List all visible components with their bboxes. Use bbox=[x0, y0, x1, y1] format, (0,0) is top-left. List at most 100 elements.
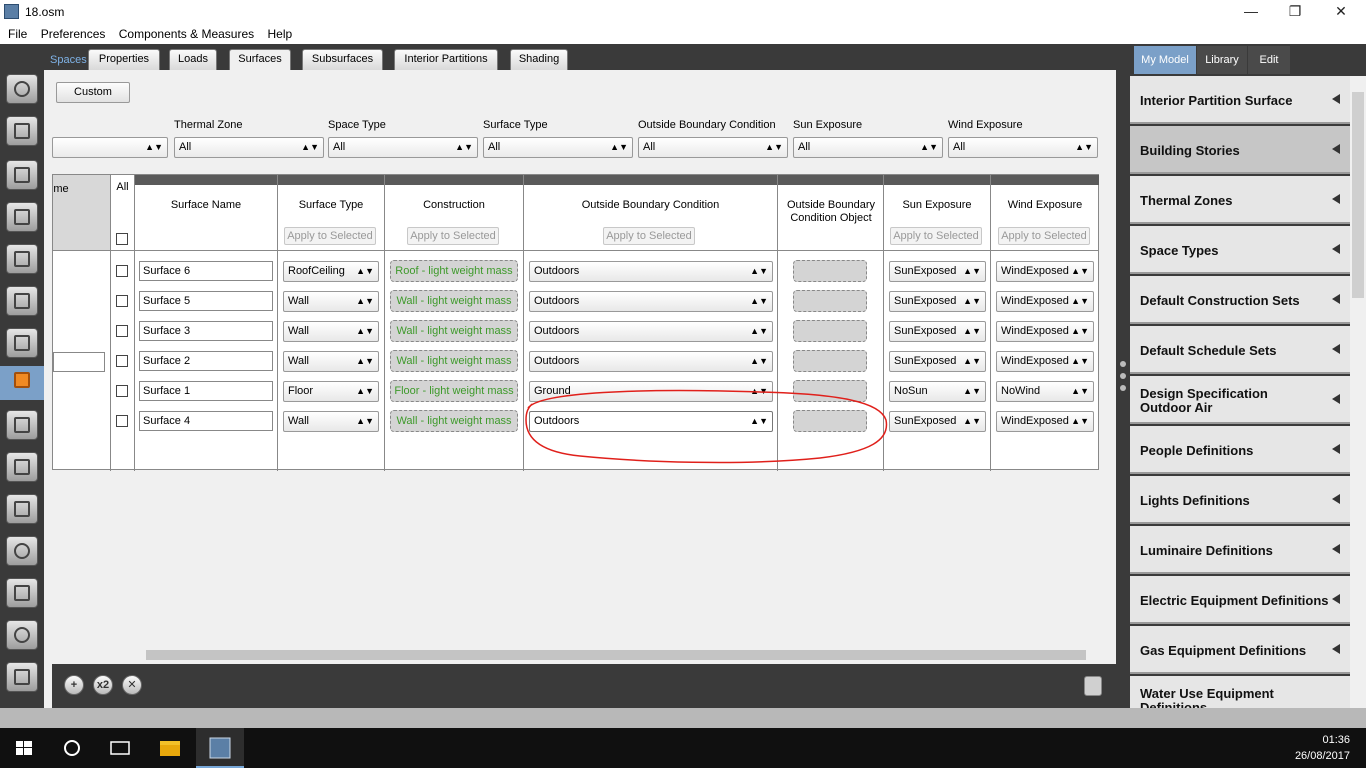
obc-object-drop-zone[interactable] bbox=[793, 260, 867, 282]
row-select-checkbox[interactable] bbox=[116, 265, 128, 277]
sun-exposure-dropdown[interactable]: SunExposed ▲▼ bbox=[889, 291, 986, 312]
surface-type-dropdown[interactable]: Wall ▲▼ bbox=[283, 321, 379, 342]
surface-name-input[interactable]: Surface 4 bbox=[139, 411, 273, 431]
list-item[interactable]: Default Schedule Sets bbox=[1130, 326, 1350, 374]
tab-spaces-cropped[interactable]: Spaces bbox=[50, 54, 87, 66]
loads-tab-button[interactable] bbox=[6, 202, 38, 232]
sun-exposure-dropdown[interactable]: NoSun ▲▼ bbox=[889, 381, 986, 402]
measures-tab-button[interactable] bbox=[6, 578, 38, 608]
surface-name-input[interactable]: Surface 1 bbox=[139, 381, 273, 401]
list-item[interactable]: People Definitions bbox=[1130, 426, 1350, 474]
obc-dropdown-active[interactable]: Outdoors ▲▼ bbox=[529, 411, 773, 432]
apply-surface-type-button[interactable]: Apply to Selected bbox=[284, 227, 376, 245]
obc-object-drop-zone[interactable] bbox=[793, 410, 867, 432]
construction-drop-zone[interactable]: Wall - light weight mass bbox=[390, 320, 518, 342]
search-button[interactable] bbox=[48, 728, 96, 768]
copy-object-button[interactable]: x2 bbox=[93, 675, 113, 695]
apply-construction-button[interactable]: Apply to Selected bbox=[407, 227, 499, 245]
row-select-checkbox[interactable] bbox=[116, 355, 128, 367]
custom-button[interactable]: Custom bbox=[56, 82, 130, 103]
list-item[interactable]: Space Types bbox=[1130, 226, 1350, 274]
tab-my-model[interactable]: My Model bbox=[1134, 46, 1196, 74]
filter-thermal-zone-dropdown[interactable]: All ▲▼ bbox=[174, 137, 324, 158]
obc-dropdown[interactable]: Outdoors ▲▼ bbox=[529, 261, 773, 282]
list-item[interactable]: Gas Equipment Definitions bbox=[1130, 626, 1350, 674]
thermal-zones-tab-button[interactable] bbox=[6, 410, 38, 440]
surface-name-input[interactable]: Surface 6 bbox=[139, 261, 273, 281]
surface-type-dropdown[interactable]: Wall ▲▼ bbox=[283, 351, 379, 372]
results-tab-button[interactable] bbox=[6, 662, 38, 692]
filter-sun-exposure-dropdown[interactable]: All ▲▼ bbox=[793, 137, 943, 158]
add-object-button[interactable]: + bbox=[64, 675, 84, 695]
site-tab-button[interactable] bbox=[6, 74, 38, 104]
remove-object-button[interactable]: ✕ bbox=[122, 675, 142, 695]
sun-exposure-dropdown[interactable]: SunExposed ▲▼ bbox=[889, 351, 986, 372]
scroll-thumb[interactable] bbox=[1352, 92, 1364, 298]
apply-sun-exposure-button[interactable]: Apply to Selected bbox=[890, 227, 982, 245]
list-item[interactable]: Design Specification Outdoor Air bbox=[1130, 376, 1350, 424]
wind-exposure-dropdown[interactable]: WindExposed ▲▼ bbox=[996, 411, 1094, 432]
scroll-thumb[interactable] bbox=[146, 650, 1086, 660]
construction-drop-zone[interactable]: Wall - light weight mass bbox=[390, 290, 518, 312]
filter-space-type-dropdown[interactable]: All ▲▼ bbox=[328, 137, 478, 158]
wind-exposure-dropdown[interactable]: WindExposed ▲▼ bbox=[996, 261, 1094, 282]
wind-exposure-dropdown[interactable]: WindExposed ▲▼ bbox=[996, 351, 1094, 372]
obc-object-drop-zone[interactable] bbox=[793, 380, 867, 402]
facility-tab-button[interactable] bbox=[6, 328, 38, 358]
tab-loads[interactable]: Loads bbox=[169, 49, 217, 70]
obc-object-drop-zone[interactable] bbox=[793, 320, 867, 342]
row-select-checkbox[interactable] bbox=[116, 325, 128, 337]
obc-dropdown[interactable]: Outdoors ▲▼ bbox=[529, 351, 773, 372]
panel-splitter[interactable] bbox=[1116, 44, 1130, 708]
purge-icon[interactable] bbox=[1084, 676, 1102, 696]
obc-dropdown[interactable]: Ground ▲▼ bbox=[529, 381, 773, 402]
menu-file[interactable]: File bbox=[0, 24, 27, 41]
list-item[interactable]: Building Stories bbox=[1130, 126, 1350, 174]
maximize-button[interactable]: ❐ bbox=[1272, 0, 1318, 24]
tab-edit[interactable]: Edit bbox=[1248, 46, 1290, 74]
obc-dropdown[interactable]: Outdoors ▲▼ bbox=[529, 321, 773, 342]
row-select-checkbox[interactable] bbox=[116, 415, 128, 427]
construction-drop-zone[interactable]: Wall - light weight mass bbox=[390, 410, 518, 432]
filter-wind-exposure-dropdown[interactable]: All ▲▼ bbox=[948, 137, 1098, 158]
sun-exposure-dropdown[interactable]: SunExposed ▲▼ bbox=[889, 321, 986, 342]
hvac-tab-button[interactable] bbox=[6, 452, 38, 482]
row-select-checkbox[interactable] bbox=[116, 385, 128, 397]
geometry-tab-button[interactable] bbox=[6, 286, 38, 316]
grid-horizontal-scrollbar[interactable] bbox=[52, 648, 1102, 662]
menu-help[interactable]: Help bbox=[259, 24, 292, 41]
row-select-checkbox[interactable] bbox=[116, 295, 128, 307]
obc-object-drop-zone[interactable] bbox=[793, 290, 867, 312]
construction-drop-zone[interactable]: Wall - light weight mass bbox=[390, 350, 518, 372]
schedules-tab-button[interactable] bbox=[6, 116, 38, 146]
construction-drop-zone[interactable]: Floor - light weight mass bbox=[390, 380, 518, 402]
spaces-tab-button[interactable] bbox=[0, 366, 44, 400]
surface-name-input[interactable]: Surface 5 bbox=[139, 291, 273, 311]
surface-type-dropdown[interactable]: RoofCeiling ▲▼ bbox=[283, 261, 379, 282]
list-item[interactable]: Lights Definitions bbox=[1130, 476, 1350, 524]
run-tab-button[interactable] bbox=[6, 620, 38, 650]
filter-surface-type-dropdown[interactable]: All ▲▼ bbox=[483, 137, 633, 158]
sun-exposure-dropdown[interactable]: SunExposed ▲▼ bbox=[889, 261, 986, 282]
list-item[interactable]: Water Use Equipment Definitions bbox=[1130, 676, 1350, 708]
wind-exposure-dropdown[interactable]: NoWind ▲▼ bbox=[996, 381, 1094, 402]
space-types-tab-button[interactable] bbox=[6, 244, 38, 274]
start-button[interactable] bbox=[0, 728, 48, 768]
tab-library[interactable]: Library bbox=[1197, 46, 1247, 74]
surface-type-dropdown[interactable]: Floor ▲▼ bbox=[283, 381, 379, 402]
task-view-button[interactable] bbox=[96, 728, 144, 768]
obc-dropdown[interactable]: Outdoors ▲▼ bbox=[529, 291, 773, 312]
obc-object-drop-zone[interactable] bbox=[793, 350, 867, 372]
surface-type-dropdown[interactable]: Wall ▲▼ bbox=[283, 411, 379, 432]
clock[interactable]: 01:36 26/08/2017 bbox=[1295, 732, 1350, 764]
apply-obc-button[interactable]: Apply to Selected bbox=[603, 227, 695, 245]
surface-name-input[interactable]: Surface 2 bbox=[139, 351, 273, 371]
grid-vertical-scrollbar[interactable] bbox=[1102, 70, 1116, 650]
tab-interior-partitions[interactable]: Interior Partitions bbox=[394, 49, 498, 70]
constructions-tab-button[interactable] bbox=[6, 160, 38, 190]
select-all-checkbox[interactable] bbox=[116, 233, 128, 245]
file-explorer-button[interactable] bbox=[146, 728, 194, 768]
space-name-input-cropped[interactable] bbox=[53, 352, 105, 372]
wind-exposure-dropdown[interactable]: WindExposed ▲▼ bbox=[996, 291, 1094, 312]
tab-properties[interactable]: Properties bbox=[88, 49, 160, 70]
